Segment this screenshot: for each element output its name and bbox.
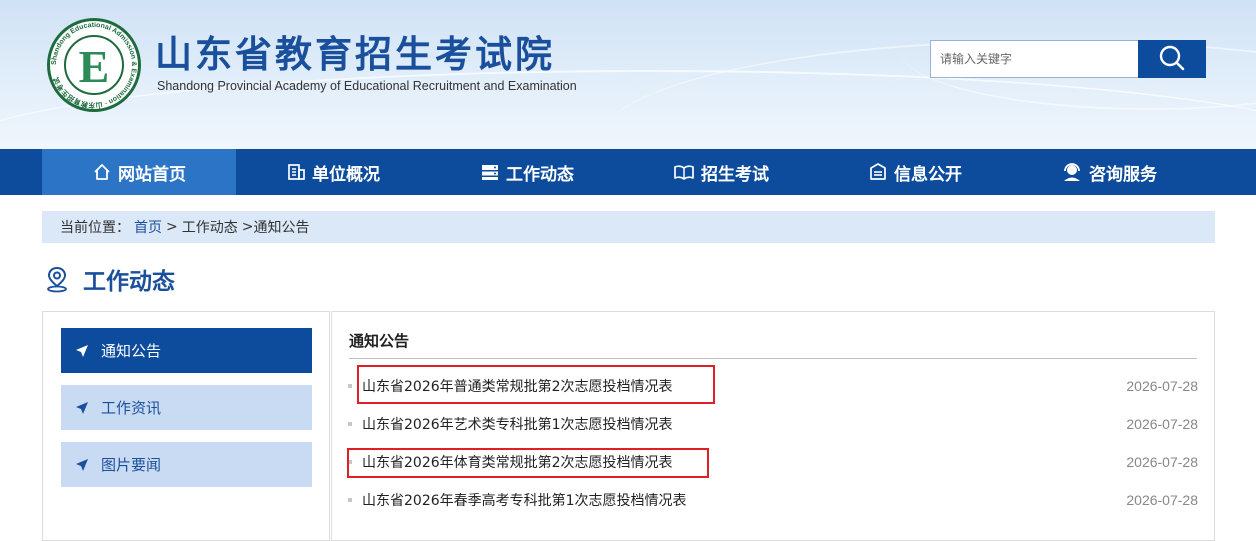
sidebar-item-photo-news[interactable]: 图片要闻 [61,442,312,487]
nav-item-about[interactable]: 单位概况 [236,149,430,195]
search-button[interactable] [1138,40,1206,78]
bullet-dot [348,384,352,388]
sidebar-item-notices[interactable]: 通知公告 [61,328,312,373]
breadcrumb-prefix: 当前位置： [60,220,130,236]
section-title: 工作动态 [45,262,175,296]
list-item-date: 2026-07-28 [1126,454,1198,470]
highlight-box [347,448,709,478]
breadcrumb: 当前位置： 首页 > 工作动态 > 通知公告 [42,211,1215,243]
nav-item-admissions[interactable]: 招生考试 [624,149,818,195]
send-arrow-icon [75,401,89,415]
list-item-date: 2026-07-28 [1126,492,1198,508]
section-title-text: 工作动态 [83,269,175,295]
list-item-title[interactable]: 山东省2026年春季高考专科批第1次志愿投档情况表 [362,490,1126,510]
nav-item-service[interactable]: 咨询服务 [1012,149,1206,195]
search-icon [1159,45,1185,70]
support-icon [1061,162,1083,182]
nav-item-label: 工作动态 [506,164,574,185]
nav-item-home[interactable]: 网站首页 [42,149,236,195]
site-title: 山东省教育招生考试院 [155,33,555,76]
list-item-title[interactable]: 山东省2026年艺术类专科批第1次志愿投档情况表 [362,414,1126,434]
sidebar-item-label: 工作资讯 [101,399,162,417]
breadcrumb-separator: > [241,219,254,235]
list-item-date: 2026-07-28 [1126,378,1198,394]
breadcrumb-separator: > [166,219,178,235]
send-arrow-icon [75,458,89,472]
nav-item-label: 信息公开 [894,164,962,185]
notice-list-panel: 通知公告 山东省2026年普通类常规批第2次志愿投档情况表 2026-07-28… [331,311,1215,541]
nav-item-label: 招生考试 [701,164,769,185]
inbox-icon [868,162,888,182]
sidebar-item-label: 通知公告 [101,342,162,360]
seal-inner-ring: E [64,35,124,95]
nav-item-label: 咨询服务 [1089,164,1157,185]
site-header: Shandong Educational Admission & Examina… [0,0,1256,149]
home-icon [92,162,112,182]
send-arrow-icon [75,344,89,358]
sidebar-item-label: 图片要闻 [101,456,162,474]
list-item[interactable]: 山东省2026年春季高考专科批第1次志愿投档情况表 2026-07-28 [348,487,1198,513]
nav-item-disclosure[interactable]: 信息公开 [818,149,1012,195]
nav-item-label: 网站首页 [118,164,186,185]
list-item[interactable]: 山东省2026年艺术类专科批第1次志愿投档情况表 2026-07-28 [348,411,1198,437]
book-icon [673,162,695,182]
list-item-date: 2026-07-28 [1126,416,1198,432]
seal-letter: E [78,41,110,92]
site-logo-seal[interactable]: Shandong Educational Admission & Examina… [47,18,141,112]
sidebar-item-news[interactable]: 工作资讯 [61,385,312,430]
nav-item-news[interactable]: 工作动态 [430,149,624,195]
breadcrumb-home-link[interactable]: 首页 [134,217,162,237]
bullet-dot [348,498,352,502]
list-heading: 通知公告 [349,330,1197,359]
breadcrumb-current: 通知公告 [253,220,310,236]
main-nav: 网站首页 单位概况 工作动态 招生考试 信息公开 咨询服务 [0,149,1256,195]
server-icon [480,162,500,182]
search-input[interactable] [930,40,1139,78]
breadcrumb-level1-link[interactable]: 工作动态 [182,217,238,237]
sidebar: 通知公告 工作资讯 图片要闻 [42,311,330,541]
highlight-box [357,365,715,404]
bullet-dot [348,422,352,426]
location-pin-icon [47,266,67,293]
nav-item-label: 单位概况 [312,164,380,185]
site-subtitle: Shandong Provincial Academy of Education… [157,79,577,93]
building-icon [286,162,306,182]
